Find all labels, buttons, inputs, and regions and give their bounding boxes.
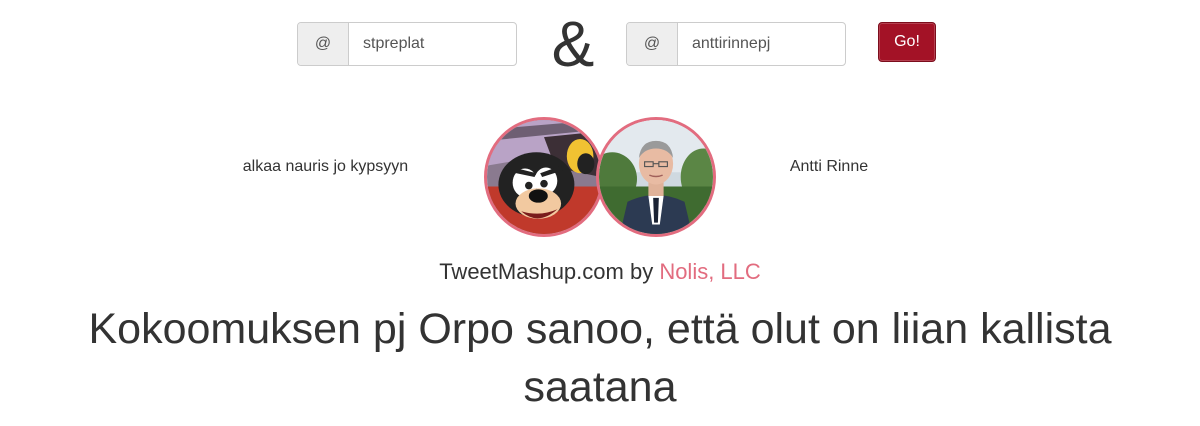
go-button[interactable]: Go!	[878, 22, 936, 62]
user2-display-name: Antti Rinne	[789, 158, 869, 175]
company-link[interactable]: Nolis, LLC	[659, 259, 760, 284]
tweet-text: Kokoomuksen pj Orpo sanoo, että olut on …	[88, 305, 1112, 411]
user1-avatar[interactable]	[484, 117, 604, 237]
user1-display-name: alkaa nauris jo kypsyyn	[242, 158, 409, 175]
user1-at-addon: @	[298, 23, 349, 65]
cartoon-avatar-image	[487, 120, 601, 234]
user2-handle-input[interactable]	[678, 23, 845, 65]
user2-avatar[interactable]	[596, 117, 716, 237]
user1-input-group: @	[297, 22, 517, 66]
user2-at-addon: @	[627, 23, 678, 65]
portrait-avatar-image	[599, 120, 713, 234]
ampersand-symbol: &	[551, 8, 595, 80]
site-credit-text: TweetMashup.com by	[439, 259, 660, 284]
page: @ & @ Go! alkaa nauris jo kypsyyn	[0, 0, 1200, 426]
site-credit: TweetMashup.com by Nolis, LLC	[0, 259, 1200, 285]
user1-handle-input[interactable]	[349, 23, 516, 65]
user2-input-group: @	[626, 22, 846, 66]
